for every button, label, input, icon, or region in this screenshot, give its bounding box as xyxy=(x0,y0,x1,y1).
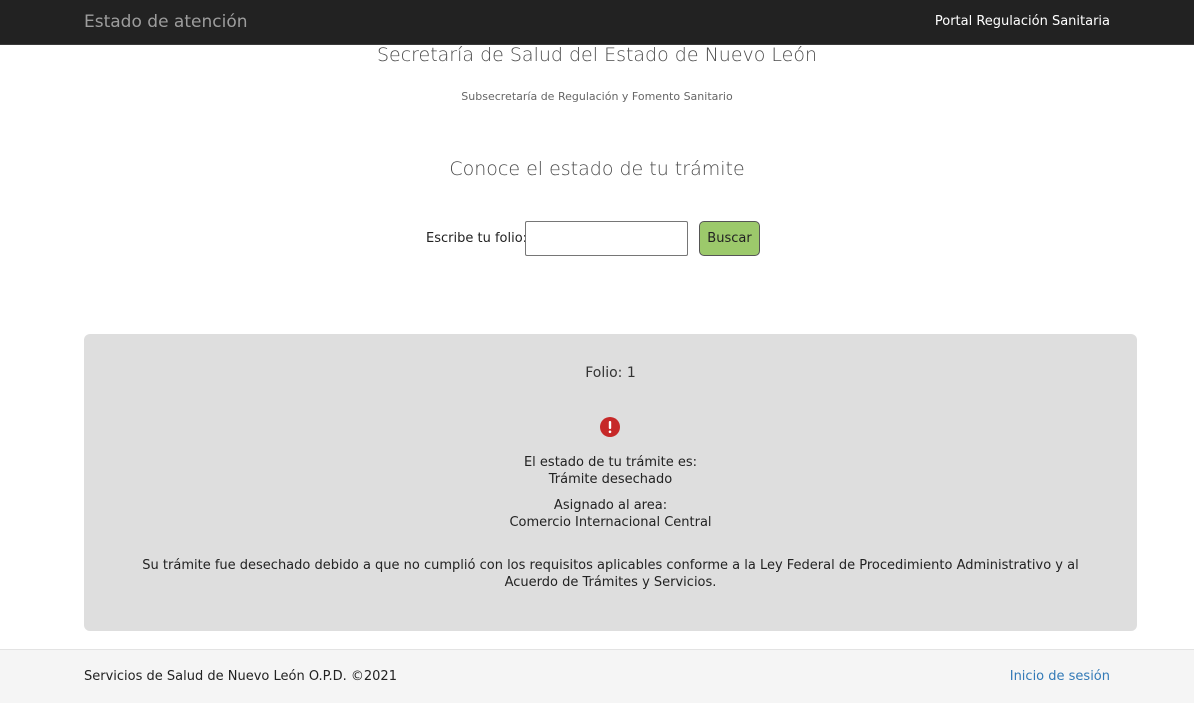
area-value: Comercio Internacional Central xyxy=(509,515,712,530)
status-value: Trámite desechado xyxy=(548,472,673,487)
footer: Servicios de Salud de Nuevo León O.P.D. … xyxy=(0,649,1194,703)
organization-title: Secretaría de Salud del Estado de Nuevo … xyxy=(376,44,818,66)
top-navbar: Estado de atención Portal Regulación San… xyxy=(0,0,1194,45)
rejection-message: Su trámite fue desechado debido a que no… xyxy=(142,558,1079,590)
portal-regulacion-link[interactable]: Portal Regulación Sanitaria xyxy=(935,14,1110,29)
folio-search-form: Escribe tu folio: Buscar xyxy=(0,221,1194,256)
folio-label: Escribe tu folio: xyxy=(426,231,528,246)
alert-circle-icon xyxy=(600,417,620,437)
folio-result: Folio: 1 xyxy=(585,365,636,381)
status-block: El estado de tu trámite es: Trámite dese… xyxy=(84,454,1137,488)
result-panel: Folio: 1 El estado de tu trámite es: Trá… xyxy=(84,334,1137,631)
login-link[interactable]: Inicio de sesión xyxy=(1010,669,1110,684)
suborganization-subtitle: Subsecretaría de Regulación y Fomento Sa… xyxy=(461,90,733,103)
folio-input[interactable] xyxy=(525,221,688,256)
footer-copyright: Servicios de Salud de Nuevo León O.P.D. … xyxy=(84,669,397,684)
page-heading: Conoce el estado de tu trámite xyxy=(449,158,745,180)
status-label: El estado de tu trámite es: xyxy=(523,455,698,470)
navbar-brand[interactable]: Estado de atención xyxy=(84,12,248,32)
search-button[interactable]: Buscar xyxy=(699,221,760,256)
area-block: Asignado al area: Comercio Internacional… xyxy=(84,497,1137,531)
area-label: Asignado al area: xyxy=(553,498,668,513)
